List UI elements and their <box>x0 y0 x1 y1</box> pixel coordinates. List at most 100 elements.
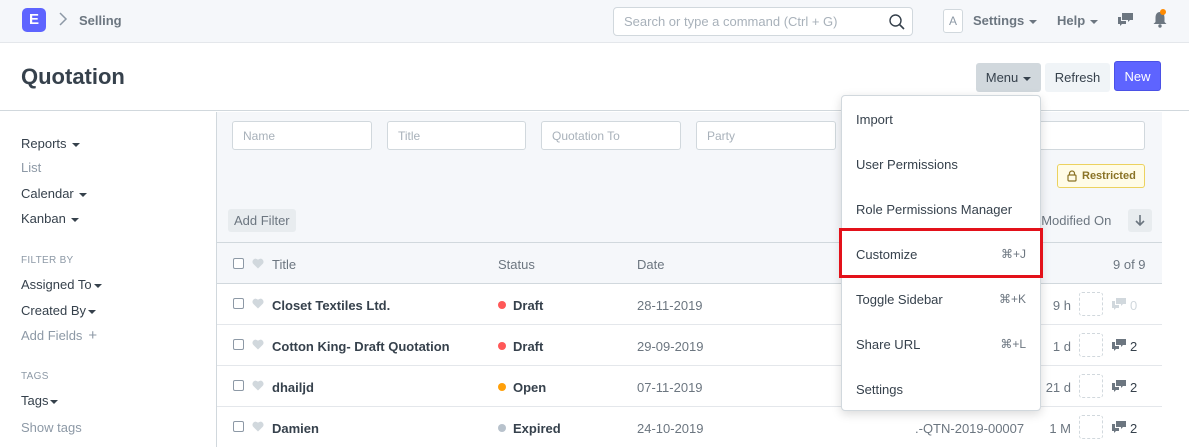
menu-item-label: User Permissions <box>856 157 958 172</box>
show-tags-link[interactable]: Show tags <box>21 420 82 435</box>
row-title[interactable]: Closet Textiles Ltd. <box>272 298 390 313</box>
status-indicator <box>498 383 506 391</box>
row-status: Expired <box>513 421 561 436</box>
comment-count: 2 <box>1130 339 1138 354</box>
sidebar-item-label: Reports <box>21 136 67 151</box>
column-header-title: Title <box>272 257 297 272</box>
plus-icon: + <box>88 327 98 344</box>
new-button[interactable]: New <box>1114 61 1161 91</box>
restricted-label: Restricted <box>1082 170 1136 182</box>
menu-item-customize[interactable]: Customize ⌘+J <box>839 228 1043 278</box>
awesomebar[interactable] <box>613 7 913 36</box>
sidebar-filter-label: Created By <box>21 303 87 318</box>
filter-quotation-to-input[interactable] <box>552 129 672 143</box>
assignee-placeholder[interactable] <box>1079 292 1103 316</box>
menu-item-role-permissions-manager[interactable]: Role Permissions Manager <box>842 186 1040 231</box>
comment-count: 0 <box>1130 298 1138 313</box>
menu-item-import[interactable]: Import <box>842 96 1040 141</box>
arrow-down-icon <box>1135 215 1145 227</box>
status-indicator <box>498 424 506 432</box>
row-title[interactable]: dhailjd <box>272 380 314 395</box>
menu-item-share-url[interactable]: Share URL ⌘+L <box>842 321 1040 366</box>
menu-item-settings[interactable]: Settings <box>842 366 1040 411</box>
filter-name[interactable] <box>232 121 372 150</box>
filter-party[interactable] <box>696 121 836 150</box>
caret-down-icon <box>93 283 102 288</box>
heart-icon[interactable] <box>252 298 264 309</box>
row-title[interactable]: Cotton King- Draft Quotation <box>272 339 450 354</box>
list-row[interactable]: Damien Expired 24-10-2019 .-QTN-2019-000… <box>217 407 1162 447</box>
comment-count: 2 <box>1130 380 1138 395</box>
row-checkbox[interactable] <box>233 298 244 309</box>
menu-item-user-permissions[interactable]: User Permissions <box>842 141 1040 186</box>
search-input[interactable] <box>624 14 884 29</box>
chat-icon[interactable] <box>1117 12 1134 27</box>
page-title: Quotation <box>21 64 125 89</box>
status-indicator <box>498 342 506 350</box>
caret-down-icon <box>71 142 80 147</box>
comment-icon <box>1112 339 1126 351</box>
heart-icon[interactable] <box>252 339 264 350</box>
help-label: Help <box>1057 13 1086 28</box>
filter-by-heading: FILTER BY <box>21 255 74 266</box>
add-fields-button[interactable]: Add Fields + <box>21 327 97 344</box>
lock-icon <box>1067 170 1077 182</box>
caret-down-icon <box>1090 19 1099 24</box>
row-date: 29-09-2019 <box>637 339 704 354</box>
sidebar-item-calendar[interactable]: Calendar <box>21 186 87 201</box>
settings-dropdown[interactable]: Settings <box>973 13 1038 28</box>
row-name: .-QTN-2019-00007 <box>915 421 1025 436</box>
menu-item-toggle-sidebar[interactable]: Toggle Sidebar ⌘+K <box>842 276 1040 321</box>
column-header-status: Status <box>498 257 535 272</box>
assignee-placeholder[interactable] <box>1079 374 1103 398</box>
add-filter-button[interactable]: Add Filter <box>228 209 296 232</box>
assignee-placeholder[interactable] <box>1079 415 1103 439</box>
caret-down-icon <box>50 399 59 404</box>
status-indicator <box>498 301 506 309</box>
navbar: E Selling A Settings Help <box>0 0 1189 43</box>
sort-selector[interactable]: t Modified On <box>1034 213 1111 228</box>
row-date: 28-11-2019 <box>637 298 703 313</box>
comment-icon <box>1112 380 1126 392</box>
menu-item-label: Share URL <box>856 337 921 352</box>
row-title[interactable]: Damien <box>272 421 319 436</box>
sidebar-item-label: Kanban <box>21 211 66 226</box>
row-modified: 1 M <box>1049 421 1071 436</box>
row-checkbox[interactable] <box>233 421 244 432</box>
filter-title[interactable] <box>387 121 526 150</box>
restricted-badge[interactable]: Restricted <box>1057 164 1145 188</box>
refresh-button[interactable]: Refresh <box>1045 63 1110 92</box>
assignee-placeholder[interactable] <box>1079 333 1103 357</box>
help-dropdown[interactable]: Help <box>1057 13 1099 28</box>
user-avatar[interactable]: A <box>943 9 963 33</box>
sidebar-filter-created-by[interactable]: Created By <box>21 303 97 318</box>
breadcrumb-selling[interactable]: Selling <box>79 13 122 28</box>
heart-icon[interactable] <box>252 421 264 432</box>
menu-item-label: Import <box>856 112 893 127</box>
sidebar-filter-assigned-to[interactable]: Assigned To <box>21 277 102 292</box>
search-icon <box>889 14 905 30</box>
menu-item-label: Role Permissions Manager <box>856 202 1013 217</box>
sidebar-item-list[interactable]: List <box>21 160 41 175</box>
row-checkbox[interactable] <box>233 339 244 350</box>
select-all-checkbox[interactable] <box>233 258 244 269</box>
sidebar-item-kanban[interactable]: Kanban <box>21 211 79 226</box>
menu-item-label: Toggle Sidebar <box>856 292 943 307</box>
filter-title-input[interactable] <box>398 129 518 143</box>
filter-quotation-to[interactable] <box>541 121 681 150</box>
caret-down-icon <box>1029 19 1038 24</box>
caret-down-icon <box>78 192 87 197</box>
sort-order-button[interactable] <box>1128 209 1152 232</box>
filter-party-input[interactable] <box>707 129 827 143</box>
sidebar-tags-dropdown[interactable]: Tags <box>21 393 59 408</box>
menu-item-shortcut: ⌘+J <box>1000 247 1026 261</box>
heart-icon[interactable] <box>252 380 264 391</box>
heart-icon[interactable] <box>252 258 264 269</box>
sidebar-tags-label: Tags <box>21 393 49 408</box>
sidebar-item-reports[interactable]: Reports <box>21 136 80 151</box>
menu-item-shortcut: ⌘+K <box>998 292 1026 306</box>
row-checkbox[interactable] <box>233 380 244 391</box>
filter-name-input[interactable] <box>243 129 363 143</box>
menu-button[interactable]: Menu <box>976 63 1041 92</box>
app-logo[interactable]: E <box>22 8 46 32</box>
